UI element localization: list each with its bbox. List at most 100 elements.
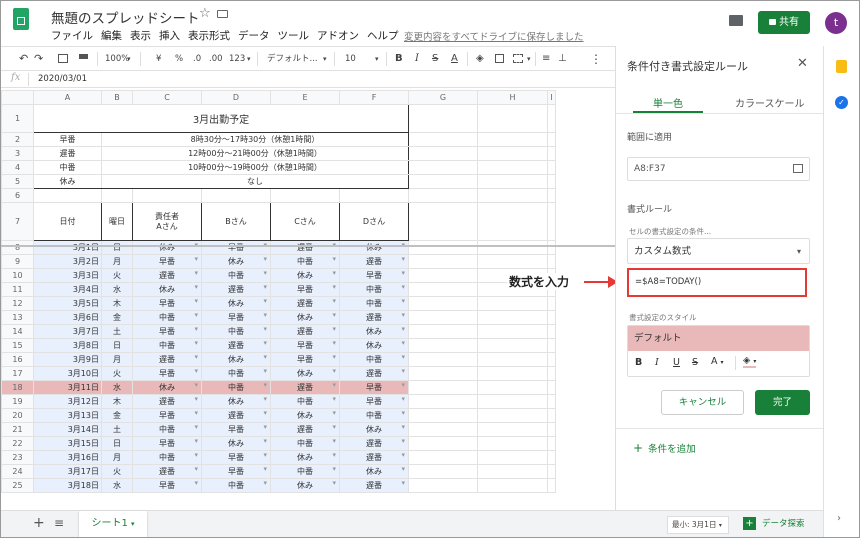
empty-cell[interactable] (408, 464, 478, 479)
empty-cell[interactable] (547, 478, 556, 493)
row-header[interactable]: 19 (1, 394, 34, 409)
weekday-cell[interactable]: 木 (101, 296, 133, 311)
more-icon[interactable]: ⋮ (590, 51, 602, 67)
row-header[interactable]: 12 (1, 296, 34, 311)
align-icon[interactable]: ≡ (542, 51, 550, 67)
shift-cell[interactable]: 休み (132, 380, 202, 395)
shift-time-cell[interactable]: なし (101, 174, 409, 189)
shift-time-cell[interactable]: 12時00分～21時00分（休憩1時間） (101, 146, 409, 161)
date-cell[interactable]: 3月18日 (33, 478, 102, 493)
shift-cell[interactable]: 休み (339, 464, 409, 479)
row-header[interactable]: 8 (1, 240, 34, 255)
row-header[interactable]: 7 (1, 202, 34, 241)
shift-cell[interactable]: 遅番 (201, 282, 271, 297)
save-status[interactable]: 変更内容をすべてドライブに保存しました (404, 29, 583, 43)
shift-cell[interactable]: 早番 (339, 380, 409, 395)
shift-cell[interactable]: 早番 (270, 282, 340, 297)
merge-cells-icon[interactable] (513, 54, 523, 63)
shift-cell[interactable]: 遅番 (132, 464, 202, 479)
redo-icon[interactable]: ↷ (34, 51, 43, 67)
empty-cell[interactable] (408, 408, 478, 423)
date-cell[interactable]: 3月16日 (33, 450, 102, 465)
row-header[interactable]: 16 (1, 352, 34, 367)
date-cell[interactable]: 3月2日 (33, 254, 102, 269)
weekday-cell[interactable]: 月 (101, 450, 133, 465)
shift-cell[interactable]: 中番 (339, 282, 409, 297)
shift-cell[interactable]: 遅番 (270, 324, 340, 339)
weekday-cell[interactable]: 日 (101, 338, 133, 353)
shift-cell[interactable]: 中番 (339, 352, 409, 367)
empty-cell[interactable] (477, 436, 548, 451)
shift-cell[interactable]: 早番 (132, 296, 202, 311)
date-cell[interactable]: 3月13日 (33, 408, 102, 423)
style-bold-icon[interactable]: B (635, 357, 642, 368)
shift-cell[interactable]: 遅番 (132, 268, 202, 283)
empty-cell[interactable] (408, 254, 478, 269)
shift-cell[interactable]: 遅番 (339, 478, 409, 493)
row-header[interactable]: 15 (1, 338, 34, 353)
header-weekday[interactable]: 曜日 (101, 202, 133, 241)
shift-cell[interactable]: 休み (201, 436, 271, 451)
row-header[interactable]: 18 (1, 380, 34, 395)
empty-cell[interactable] (408, 268, 478, 283)
shift-name-cell[interactable]: 早番 (33, 132, 102, 147)
empty-cell[interactable] (408, 366, 478, 381)
shift-cell[interactable]: 休み (201, 352, 271, 367)
avatar[interactable]: t (825, 12, 847, 34)
shift-cell[interactable]: 休み (339, 338, 409, 353)
shift-cell[interactable]: 休み (270, 310, 340, 325)
style-text-color-icon[interactable]: A ▾ (711, 356, 724, 367)
comments-icon[interactable] (729, 15, 743, 26)
corner-cell[interactable] (1, 90, 34, 105)
explore-button[interactable]: + データ探索 (743, 515, 805, 533)
empty-cell[interactable] (547, 380, 556, 395)
header-b[interactable]: Bさん (201, 202, 271, 241)
empty-cell[interactable] (408, 296, 478, 311)
row-header[interactable]: 2 (1, 132, 34, 147)
empty-cell[interactable] (477, 296, 548, 311)
shift-time-cell[interactable]: 8時30分～17時30分（休憩1時間） (101, 132, 409, 147)
keep-icon[interactable] (836, 60, 847, 73)
empty-cell[interactable] (477, 478, 548, 493)
shift-cell[interactable]: 休み (270, 408, 340, 423)
more-formats-button[interactable]: 123 (229, 51, 245, 67)
row-header[interactable]: 21 (1, 422, 34, 437)
weekday-cell[interactable]: 日 (101, 240, 133, 255)
condition-select[interactable]: カスタム数式 ▾ (627, 238, 810, 264)
currency-button[interactable]: ¥ (156, 51, 161, 67)
merge-chevron-down-icon[interactable]: ▾ (527, 51, 531, 67)
empty-cell[interactable] (477, 422, 548, 437)
font-chevron-down-icon[interactable]: ▾ (323, 51, 327, 67)
row-header[interactable]: 9 (1, 254, 34, 269)
empty-cell[interactable] (547, 464, 556, 479)
date-cell[interactable]: 3月3日 (33, 268, 102, 283)
size-chevron-down-icon[interactable]: ▾ (375, 51, 379, 67)
doc-title[interactable]: 無題のスプレッドシート (51, 7, 200, 27)
italic-icon[interactable]: I (415, 51, 419, 67)
bold-icon[interactable]: B (395, 51, 403, 67)
shift-cell[interactable]: 遅番 (339, 366, 409, 381)
shift-cell[interactable]: 早番 (132, 436, 202, 451)
borders-icon[interactable] (495, 54, 504, 63)
menu-format[interactable]: 表示形式 (188, 30, 230, 42)
row-header[interactable]: 17 (1, 366, 34, 381)
empty-cell[interactable] (547, 436, 556, 451)
shift-cell[interactable]: 中番 (132, 422, 202, 437)
weekday-cell[interactable]: 日 (101, 436, 133, 451)
empty-cell[interactable] (408, 324, 478, 339)
empty-cell[interactable] (408, 394, 478, 409)
shift-cell[interactable]: 休み (339, 422, 409, 437)
empty-cell[interactable] (408, 240, 478, 255)
row-header[interactable]: 25 (1, 478, 34, 493)
shift-cell[interactable]: 中番 (270, 464, 340, 479)
decrease-decimal-button[interactable]: .0 (193, 51, 201, 67)
empty-cell[interactable] (547, 338, 556, 353)
menu-addons[interactable]: アドオン (317, 30, 359, 42)
paint-format-icon[interactable] (79, 54, 88, 59)
shift-cell[interactable]: 中番 (201, 380, 271, 395)
shift-cell[interactable]: 休み (132, 240, 202, 255)
row-header[interactable]: 11 (1, 282, 34, 297)
shift-cell[interactable]: 中番 (339, 296, 409, 311)
shift-cell[interactable]: 早番 (132, 408, 202, 423)
shift-cell[interactable]: 休み (201, 254, 271, 269)
